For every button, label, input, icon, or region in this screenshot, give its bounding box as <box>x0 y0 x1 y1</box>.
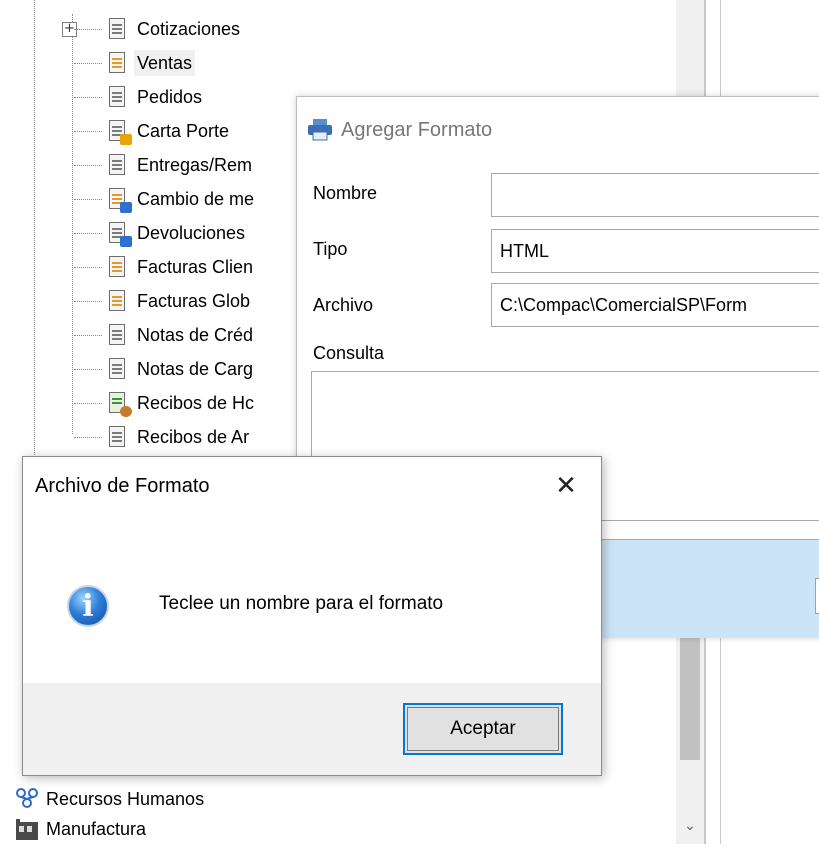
messagebox-footer: Aceptar <box>23 683 601 775</box>
tree-root-manufactura[interactable]: Manufactura <box>14 814 146 844</box>
sales-doc-icon <box>106 51 128 75</box>
tree-item-ventas[interactable]: Ventas <box>0 46 196 80</box>
exchange-doc-icon <box>106 187 132 213</box>
tree-item-label: Devoluciones <box>137 223 246 243</box>
tree-item-devoluciones[interactable]: Devoluciones <box>0 216 248 250</box>
payroll-receipt-icon <box>106 391 132 417</box>
archivo-label: Archivo <box>313 295 374 315</box>
close-icon[interactable]: ✕ <box>549 469 583 503</box>
nombre-label: Nombre <box>313 183 378 203</box>
tree-item-label: Entregas/Rem <box>137 155 253 175</box>
tree-item-label: Recibos de Hc <box>137 393 255 413</box>
dialog-title: Agregar Formato <box>341 118 493 141</box>
waybill-doc-icon <box>106 119 132 145</box>
tree-item-carta-porte[interactable]: Carta Porte <box>0 114 232 148</box>
people-icon <box>14 786 40 812</box>
tree-root-label: Recursos Humanos <box>46 788 205 809</box>
info-icon: i <box>67 585 109 627</box>
tree-root-recursos-humanos[interactable]: Recursos Humanos <box>14 784 204 814</box>
tree-item-label: Notas de Créd <box>137 325 254 345</box>
tree-item-label: Cambio de me <box>137 189 255 209</box>
tree-item-entregas[interactable]: Entregas/Rem <box>0 148 255 182</box>
tree-item-label: Pedidos <box>137 87 203 107</box>
lease-receipt-icon <box>106 425 128 449</box>
tree-root-label: Manufactura <box>46 818 147 839</box>
factory-icon <box>14 816 40 842</box>
tree-item-label: Recibos de Ar <box>137 427 250 447</box>
tree-item-facturas-clientes[interactable]: Facturas Clien <box>0 250 256 284</box>
tree-item-label: Notas de Carg <box>137 359 254 379</box>
charge-note-doc-icon <box>106 357 128 381</box>
consulta-label: Consulta <box>313 343 385 363</box>
tree-item-cotizaciones[interactable]: Cotizaciones <box>0 12 243 46</box>
scroll-down-arrow-icon[interactable]: ⌄ <box>676 812 704 840</box>
tree-item-label: Carta Porte <box>137 121 230 141</box>
order-doc-icon <box>106 85 128 109</box>
messagebox-title: Archivo de Formato <box>35 475 210 497</box>
archivo-input[interactable]: C:\Compac\ComercialSP\Form <box>491 283 819 327</box>
tree-item-facturas-globales[interactable]: Facturas Glob <box>0 284 253 318</box>
tree-item-notas-credito[interactable]: Notas de Créd <box>0 318 256 352</box>
tree-item-recibos-honorarios[interactable]: Recibos de Hc <box>0 386 257 420</box>
delivery-doc-icon <box>106 153 128 177</box>
aceptar-button[interactable]: Aceptar <box>403 703 563 755</box>
dialog-button[interactable] <box>815 578 819 614</box>
printer-icon <box>307 119 333 141</box>
tree-item-label: Facturas Glob <box>137 291 251 311</box>
global-invoice-doc-icon <box>106 289 128 313</box>
nombre-input[interactable] <box>491 173 819 217</box>
return-doc-icon <box>106 221 132 247</box>
tipo-select[interactable]: HTML <box>491 229 819 273</box>
dialog-title-bar: Agregar Formato <box>307 113 492 147</box>
archivo-formato-messagebox: Archivo de Formato ✕ i Teclee un nombre … <box>22 456 602 776</box>
tree-item-label: Ventas <box>134 50 196 76</box>
tree-item-notas-cargo[interactable]: Notas de Carg <box>0 352 256 386</box>
invoice-doc-icon <box>106 255 128 279</box>
messagebox-text: Teclee un nombre para el formato <box>159 593 444 614</box>
table-doc-icon <box>106 17 128 41</box>
tree-item-label: Facturas Clien <box>137 257 254 277</box>
tree-item-label: Cotizaciones <box>137 19 241 39</box>
tree-item-pedidos[interactable]: Pedidos <box>0 80 205 114</box>
tree-item-cambio[interactable]: Cambio de me <box>0 182 257 216</box>
tree-item-recibos-arrendamiento[interactable]: Recibos de Ar <box>0 420 252 454</box>
tipo-label: Tipo <box>313 239 348 259</box>
credit-note-doc-icon <box>106 323 128 347</box>
